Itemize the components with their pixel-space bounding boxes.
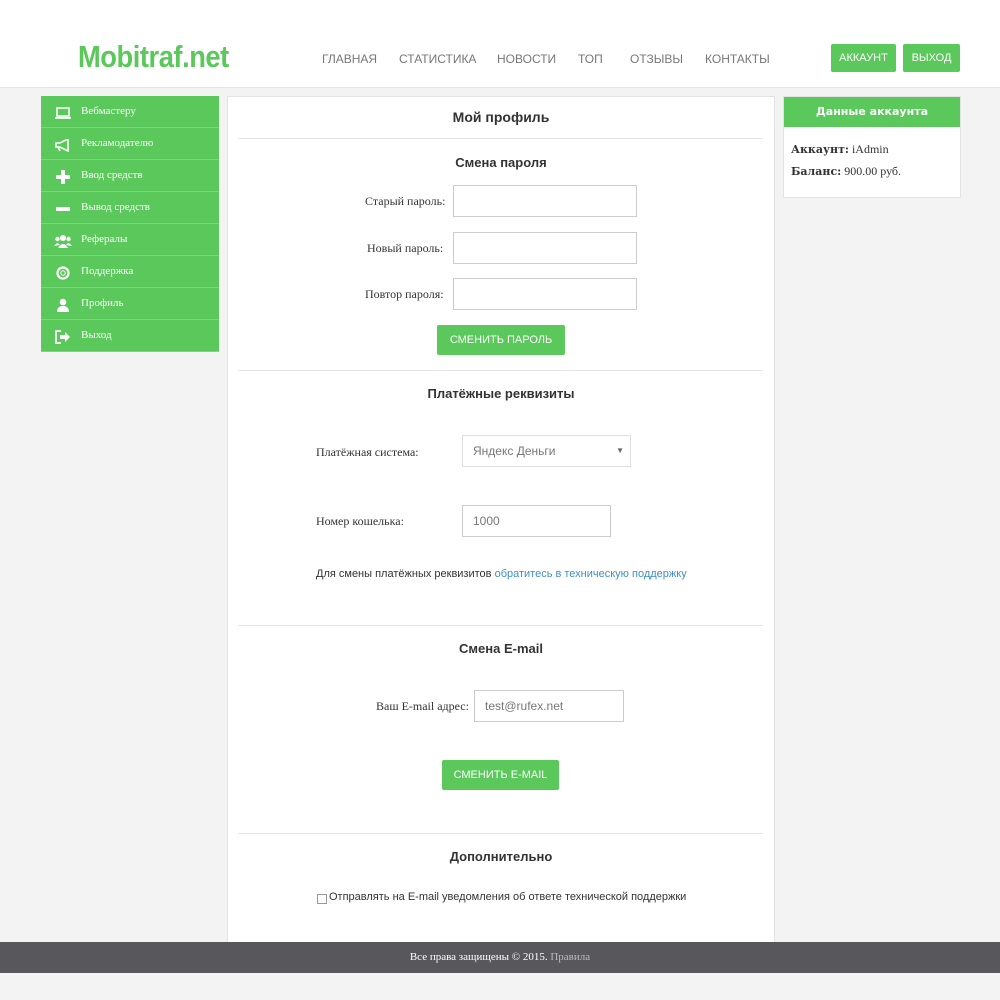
sidebar-item-label: Профиль [81,297,124,309]
password-section-title: Смена пароля [455,155,547,170]
repeat-password-label: Повтор пароля: [365,287,444,301]
sidebar-item-label: Ввод средств [81,169,143,181]
repeat-password-input[interactable] [453,278,637,310]
logout-button[interactable]: ВЫХОД [903,44,960,72]
sidebar-item-label: Вебмастеру [81,105,136,117]
nav-news[interactable]: НОВОСТИ [497,51,556,67]
wallet-label: Номер кошелька: [316,514,404,528]
nav-home[interactable]: ГЛАВНАЯ [322,51,377,67]
old-password-input[interactable] [453,185,637,217]
payment-section-title: Платёжные реквизиты [427,386,575,401]
wallet-input[interactable] [462,505,611,537]
sidebar-item-withdraw[interactable]: Вывод средств [41,192,219,224]
sidebar-item-advertiser[interactable]: Рекламодателю [41,128,219,160]
nav-statistics[interactable]: СТАТИСТИКА [399,51,476,67]
balance-label: Баланс: [791,165,842,178]
email-input[interactable] [474,690,624,722]
sidebar-item-label: Поддержка [81,265,134,277]
header: Mobitraf.net ГЛАВНАЯ СТАТИСТИКА НОВОСТИ … [0,0,1000,88]
payment-system-select[interactable]: Яндекс Деньги ▼ [462,435,631,467]
extra-section-title: Дополнительно [449,849,553,864]
sidebar-item-exit[interactable]: Выход [41,320,219,352]
sign-out-icon [53,320,73,351]
notify-checkbox[interactable] [317,894,327,904]
nav-reviews[interactable]: ОТЗЫВЫ [630,51,683,67]
new-password-input[interactable] [453,232,637,264]
balance-row: Баланс: 900.00 руб. [791,164,901,179]
laptop-icon [53,96,73,127]
balance-value: 900.00 руб. [844,164,902,178]
footer: Все права защищены © 2015. Правила [0,942,1000,973]
new-password-label: Новый пароль: [367,241,444,255]
nav-top[interactable]: ТОП [578,51,603,67]
sidebar-item-label: Рефералы [81,233,128,245]
sidebar-item-deposit[interactable]: Ввод средств [41,160,219,192]
user-icon [53,288,73,319]
page-title: Мой профиль [452,109,550,125]
email-label: Ваш E-mail адрес: [376,699,469,713]
payment-note: Для смены платёжных реквизитов обратитес… [316,568,687,580]
rules-link[interactable]: Правила [550,951,590,963]
profile-panel: Мой профиль Смена пароля Старый пароль: … [227,96,775,943]
sidebar: Вебмастеру Рекламодателю Ввод средств Вы… [41,96,219,352]
minus-icon [53,192,73,223]
change-password-button[interactable]: СМЕНИТЬ ПАРОЛЬ [437,325,565,355]
site-logo[interactable]: Mobitraf.net [78,37,229,77]
account-row: Аккаунт: iAdmin [791,142,889,157]
megaphone-icon [53,128,73,159]
account-button[interactable]: АККАУНТ [831,44,896,72]
select-arrow-icon: ▼ [616,446,624,455]
account-value: iAdmin [851,142,889,156]
sidebar-item-label: Вывод средств [81,201,150,213]
change-email-button[interactable]: СМЕНИТЬ E-MAIL [442,760,559,790]
account-label: Аккаунт: [791,143,849,156]
sidebar-item-label: Выход [81,329,112,341]
nav-contacts[interactable]: КОНТАКТЫ [705,51,770,67]
sidebar-item-support[interactable]: Поддержка [41,256,219,288]
sidebar-item-webmaster[interactable]: Вебмастеру [41,96,219,128]
account-panel-title: Данные аккаунта [784,97,960,127]
lifebuoy-icon [53,256,73,287]
users-icon [53,224,73,255]
payment-note-text: Для смены платёжных реквизитов [316,568,492,580]
account-panel: Данные аккаунта Аккаунт: iAdmin Баланс: … [783,96,961,198]
plus-icon [53,160,73,191]
copyright-text: Все права защищены © 2015. [409,951,548,963]
old-password-label: Старый пароль: [365,194,446,208]
sidebar-item-referrals[interactable]: Рефералы [41,224,219,256]
divider [238,370,763,371]
payment-system-value: Яндекс Деньги [473,444,556,458]
divider [238,625,763,626]
notify-checkbox-label[interactable]: Отправлять на E-mail уведомления об отве… [329,891,686,903]
payment-system-label: Платёжная система: [316,445,419,459]
divider [238,138,763,139]
email-section-title: Смена E-mail [459,641,543,656]
divider [238,833,763,834]
sidebar-item-label: Рекламодателю [81,137,154,149]
support-link[interactable]: обратитесь в техническую поддержку [495,568,687,580]
sidebar-item-profile[interactable]: Профиль [41,288,219,320]
